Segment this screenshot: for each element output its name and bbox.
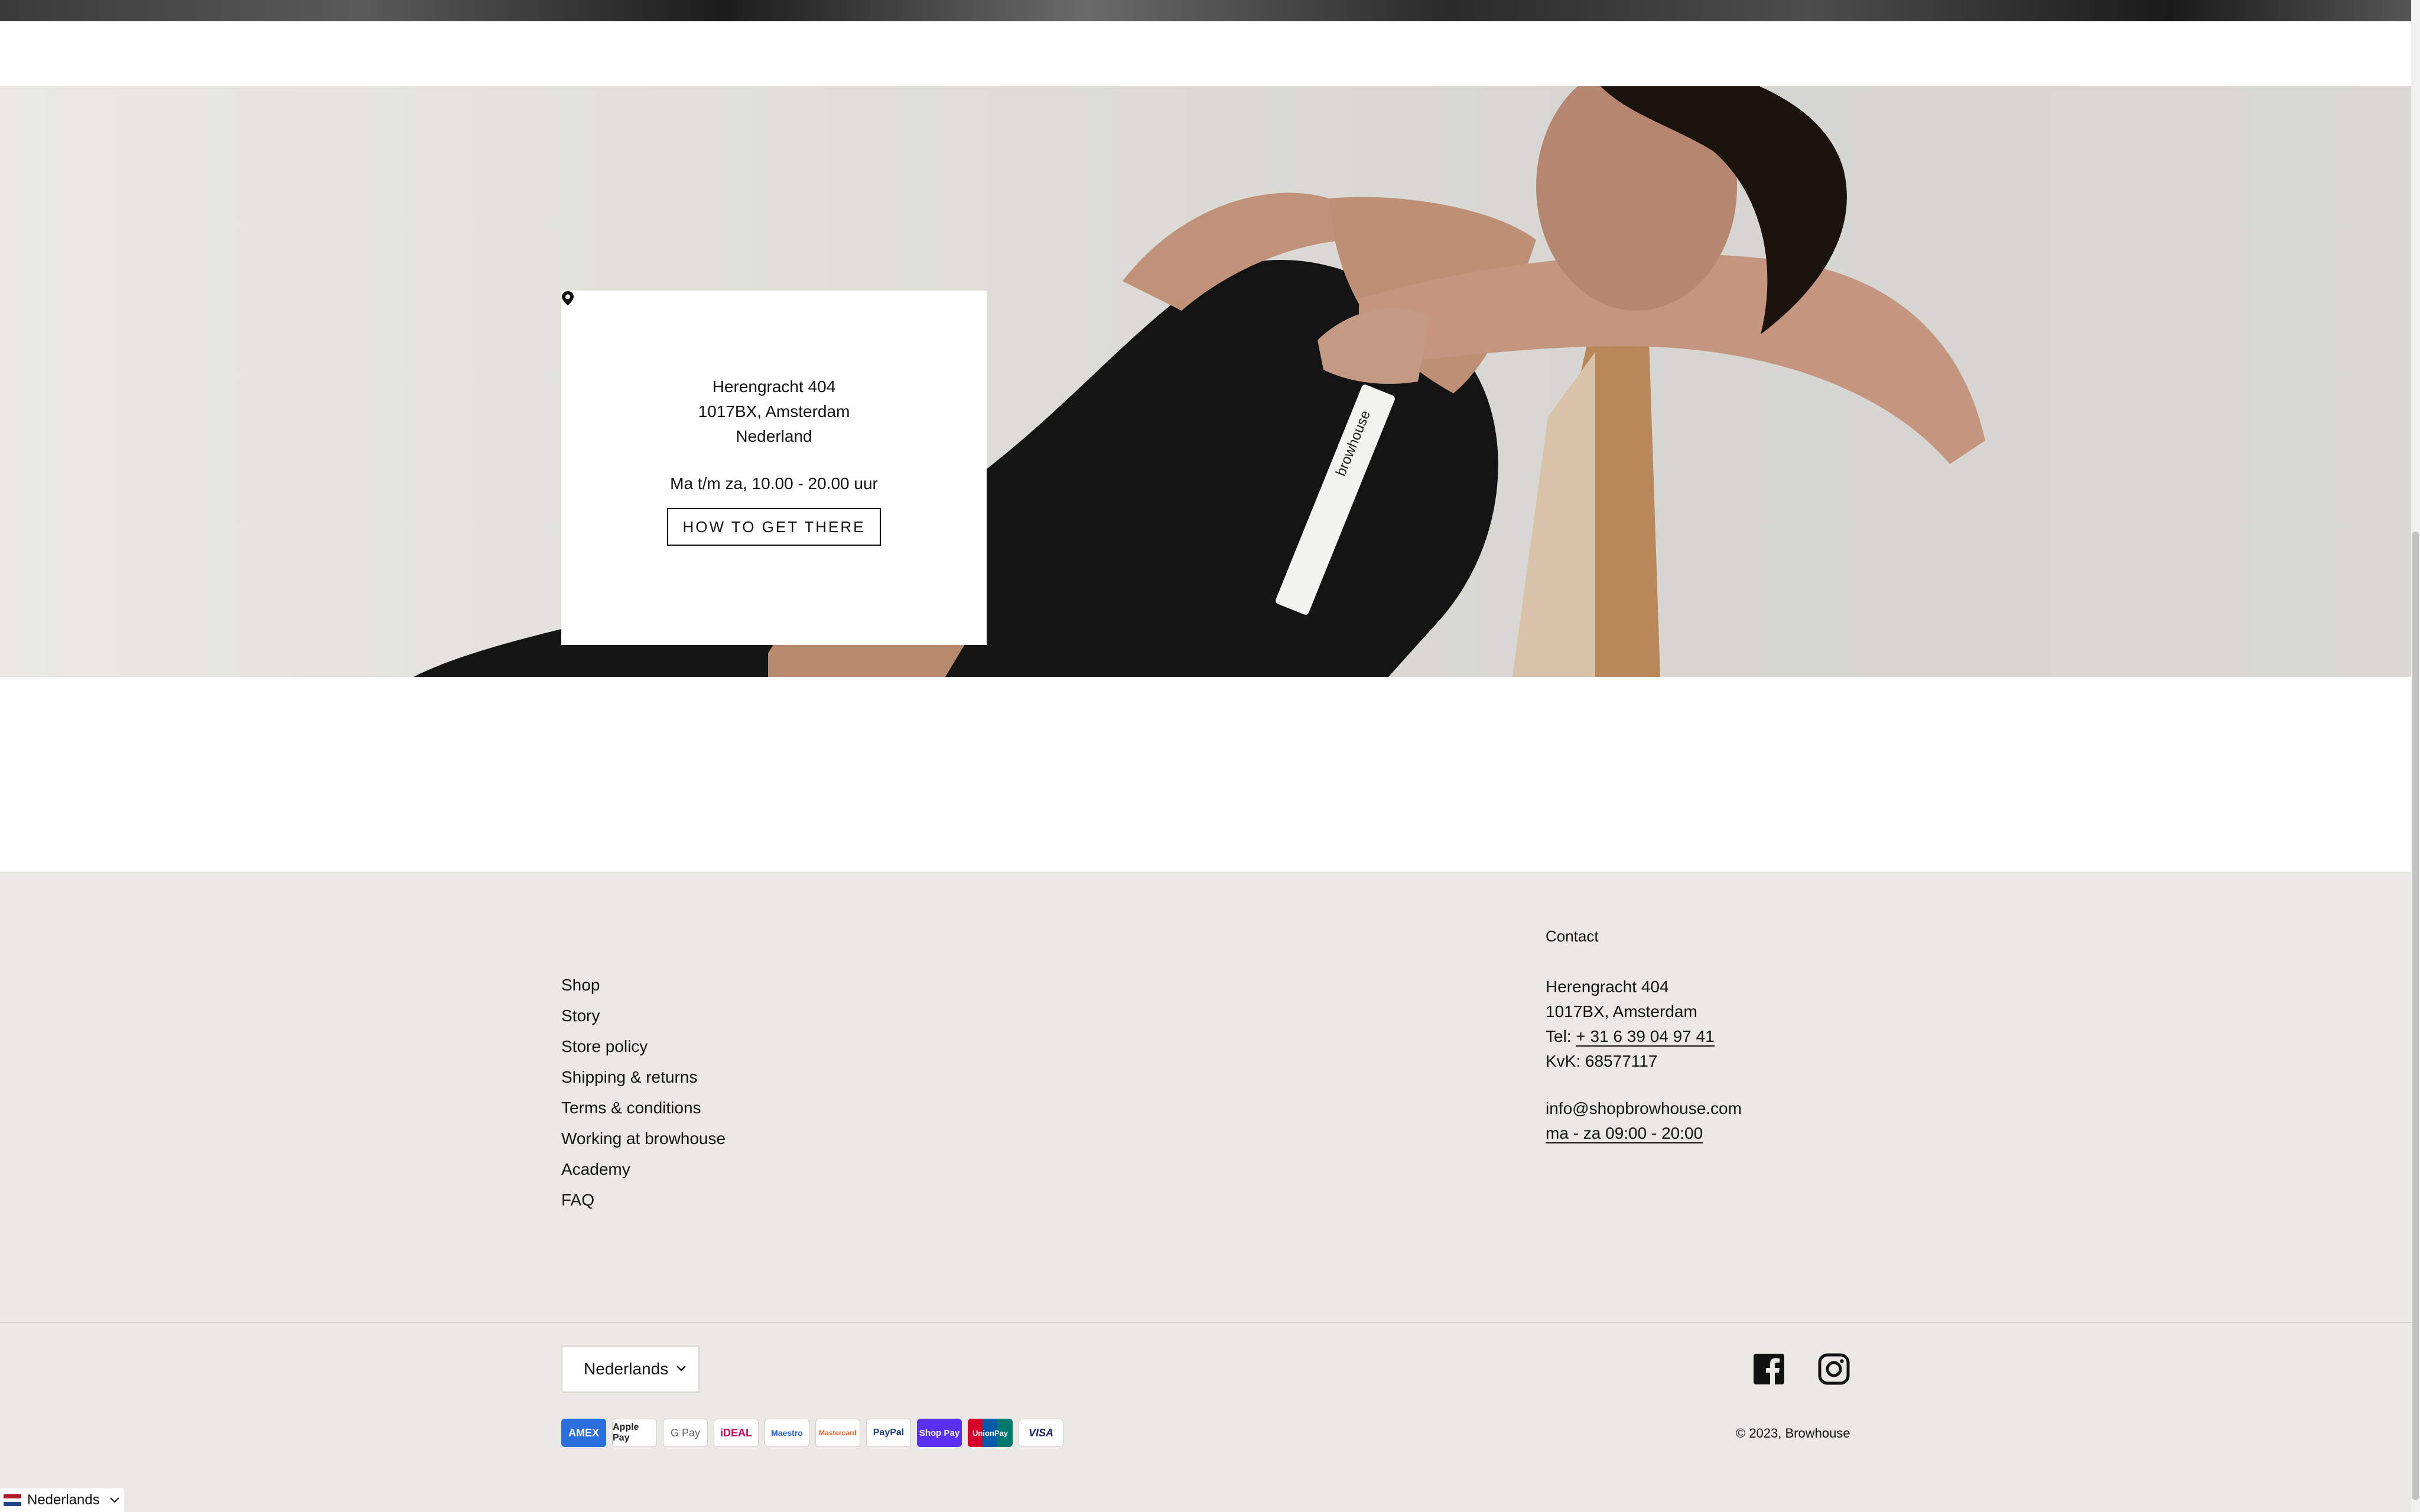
contact-address-line2: 1017BX, Amsterdam (1546, 1002, 1697, 1021)
shop-pay-icon: Shop Pay (917, 1419, 962, 1447)
contact-address-line1: Herengracht 404 (1546, 977, 1669, 996)
payment-icons: AMEX Apple Pay G Pay iDEAL Maestro Maste… (561, 1419, 1063, 1447)
unionpay-icon: UnionPay (968, 1419, 1013, 1447)
store-address-line2: 1017BX, Amsterdam (698, 402, 850, 421)
store-info-card: Herengracht 404 1017BX, Amsterdam Nederl… (561, 291, 987, 645)
store-hero-image: browhouse Herengracht 404 1017BX, Amster… (0, 86, 2411, 677)
paypal-icon: PayPal (866, 1419, 911, 1447)
language-select-value: Nederlands (584, 1360, 669, 1378)
chevron-down-icon (676, 1366, 686, 1371)
netherlands-flag-icon (4, 1494, 21, 1507)
how-to-get-there-button[interactable]: How to get there (562, 291, 881, 546)
google-pay-icon: G Pay (663, 1419, 708, 1447)
store-hours: Ma t/m za, 10.00 - 20.00 uur (670, 474, 878, 493)
store-address-line1: Herengracht 404 (712, 377, 836, 396)
maestro-icon: Maestro (765, 1419, 809, 1447)
contact-tel-label: Tel: (1546, 1027, 1572, 1045)
footer-link-terms[interactable]: Terms & conditions (561, 1093, 726, 1123)
chevron-down-icon (110, 1497, 119, 1503)
page-scrollbar[interactable] (2411, 0, 2420, 1512)
amex-icon: AMEX (561, 1419, 606, 1447)
contact-kvk: KvK: 68577117 (1546, 1052, 1658, 1070)
footer-link-store-policy[interactable]: Store policy (561, 1031, 726, 1062)
how-to-get-there-label: How to get there (682, 517, 866, 536)
apple-pay-icon: Apple Pay (612, 1419, 657, 1447)
contact-hours-link[interactable]: ma - za 09:00 - 20:00 (1546, 1124, 1703, 1143)
facebook-icon[interactable] (1752, 1353, 1785, 1386)
mastercard-icon: Mastercard (815, 1419, 860, 1447)
contact-tel-link[interactable]: + 31 6 39 04 97 41 (1576, 1027, 1715, 1047)
visa-icon: VISA (1019, 1419, 1063, 1447)
footer-divider (0, 1322, 2411, 1323)
footer-link-working-at[interactable]: Working at browhouse (561, 1123, 726, 1154)
footer-link-academy[interactable]: Academy (561, 1154, 726, 1185)
map-pin-icon (562, 291, 574, 305)
footer-link-story[interactable]: Story (561, 1001, 726, 1031)
site-footer: Shop Story Store policy Shipping & retur… (0, 872, 2411, 1512)
model-photo: browhouse (414, 86, 1985, 677)
footer-link-shipping-returns[interactable]: Shipping & returns (561, 1062, 726, 1093)
footer-link-shop[interactable]: Shop (561, 970, 726, 1001)
contact-heading: Contact (1546, 927, 1599, 945)
footer-contact: Contact Herengracht 404 1017BX, Amsterda… (1546, 924, 1742, 1146)
language-select[interactable]: Nederlands (561, 1345, 700, 1393)
ideal-icon: iDEAL (714, 1419, 759, 1447)
language-switcher-badge[interactable]: Nederlands (0, 1488, 124, 1512)
previous-hero-image (0, 0, 2411, 21)
instagram-icon[interactable] (1817, 1353, 1850, 1386)
copyright: © 2023, Browhouse (1736, 1426, 1850, 1441)
footer-link-faq[interactable]: FAQ (561, 1185, 726, 1216)
contact-email[interactable]: info@shopbrowhouse.com (1546, 1096, 1742, 1121)
language-badge-label: Nederlands (27, 1492, 100, 1508)
scrollbar-thumb[interactable] (2412, 532, 2419, 1500)
contact-tel-row: Tel: + 31 6 39 04 97 41 (1546, 1024, 1742, 1049)
store-address-line3: Nederland (736, 427, 812, 445)
footer-nav: Shop Story Store policy Shipping & retur… (561, 970, 726, 1216)
